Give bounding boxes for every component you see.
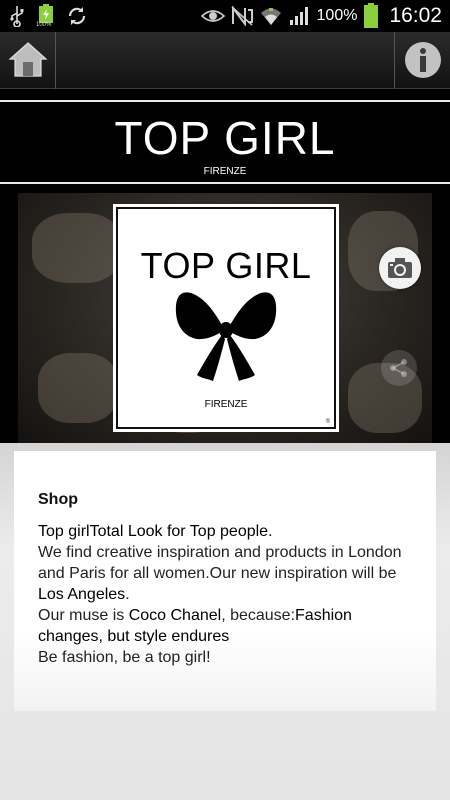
photo-shape (38, 353, 118, 423)
battery-icon (363, 3, 379, 29)
home-button[interactable] (0, 32, 56, 89)
signal-icon (289, 6, 311, 26)
tagline: Top girlTotal Look for Top people. (38, 523, 273, 540)
info-icon (403, 40, 443, 80)
sync-icon (66, 5, 88, 27)
section-heading: Shop (38, 491, 78, 508)
home-icon (8, 40, 48, 80)
logo-card-title: TOP GIRL (140, 245, 312, 286)
status-bar-right: 100% 16:02 (200, 0, 442, 32)
closing-line: Be fashion, be a top girl! (38, 649, 211, 666)
share-button[interactable] (381, 350, 417, 386)
share-icon (389, 358, 409, 378)
highlight-los-angeles: Los Angeles (38, 586, 126, 603)
nfc-icon (230, 6, 253, 26)
content-area: Shop Top girlTotal Look for Top people. … (0, 443, 450, 800)
clock: 16:02 (389, 4, 442, 27)
battery-small-icon: 100% (36, 4, 54, 28)
logo-card-subtitle: FIRENZE (204, 399, 248, 410)
brand-title: TOP GIRL (114, 112, 336, 164)
brand-header: TOP GIRL FIRENZE (0, 100, 450, 184)
highlight-coco-chanel: Coco Chanel (128, 607, 222, 624)
battery-percent: 100% (316, 7, 358, 24)
description-text: Top girlTotal Look for Top people. We fi… (38, 521, 418, 668)
logo-card: TOP GIRL FIRENZE ® (113, 204, 339, 432)
shop-photo: TOP GIRL FIRENZE ® (18, 193, 432, 443)
usb-icon (8, 5, 26, 27)
camera-icon (387, 256, 413, 280)
bow-logo (173, 289, 279, 390)
muse-intro: Our muse is (38, 607, 129, 624)
description-card: Shop Top girlTotal Look for Top people. … (14, 451, 436, 711)
description-line: We find creative inspiration and product… (38, 544, 402, 582)
status-bar: 100% 100% 16:02 (0, 0, 450, 32)
wifi-icon (259, 5, 283, 27)
photo-shape (32, 213, 122, 283)
camera-button[interactable] (379, 247, 421, 289)
status-bar-left: 100% (8, 4, 88, 28)
registered-mark: ® (325, 419, 330, 425)
info-button[interactable] (394, 32, 450, 89)
muse-because: , because: (221, 607, 296, 624)
brand-subtitle: FIRENZE (203, 166, 247, 177)
description-punctuation: . (125, 586, 130, 603)
eye-icon (200, 8, 225, 24)
battery-small-label: 100% (36, 22, 52, 28)
action-bar (0, 32, 450, 89)
